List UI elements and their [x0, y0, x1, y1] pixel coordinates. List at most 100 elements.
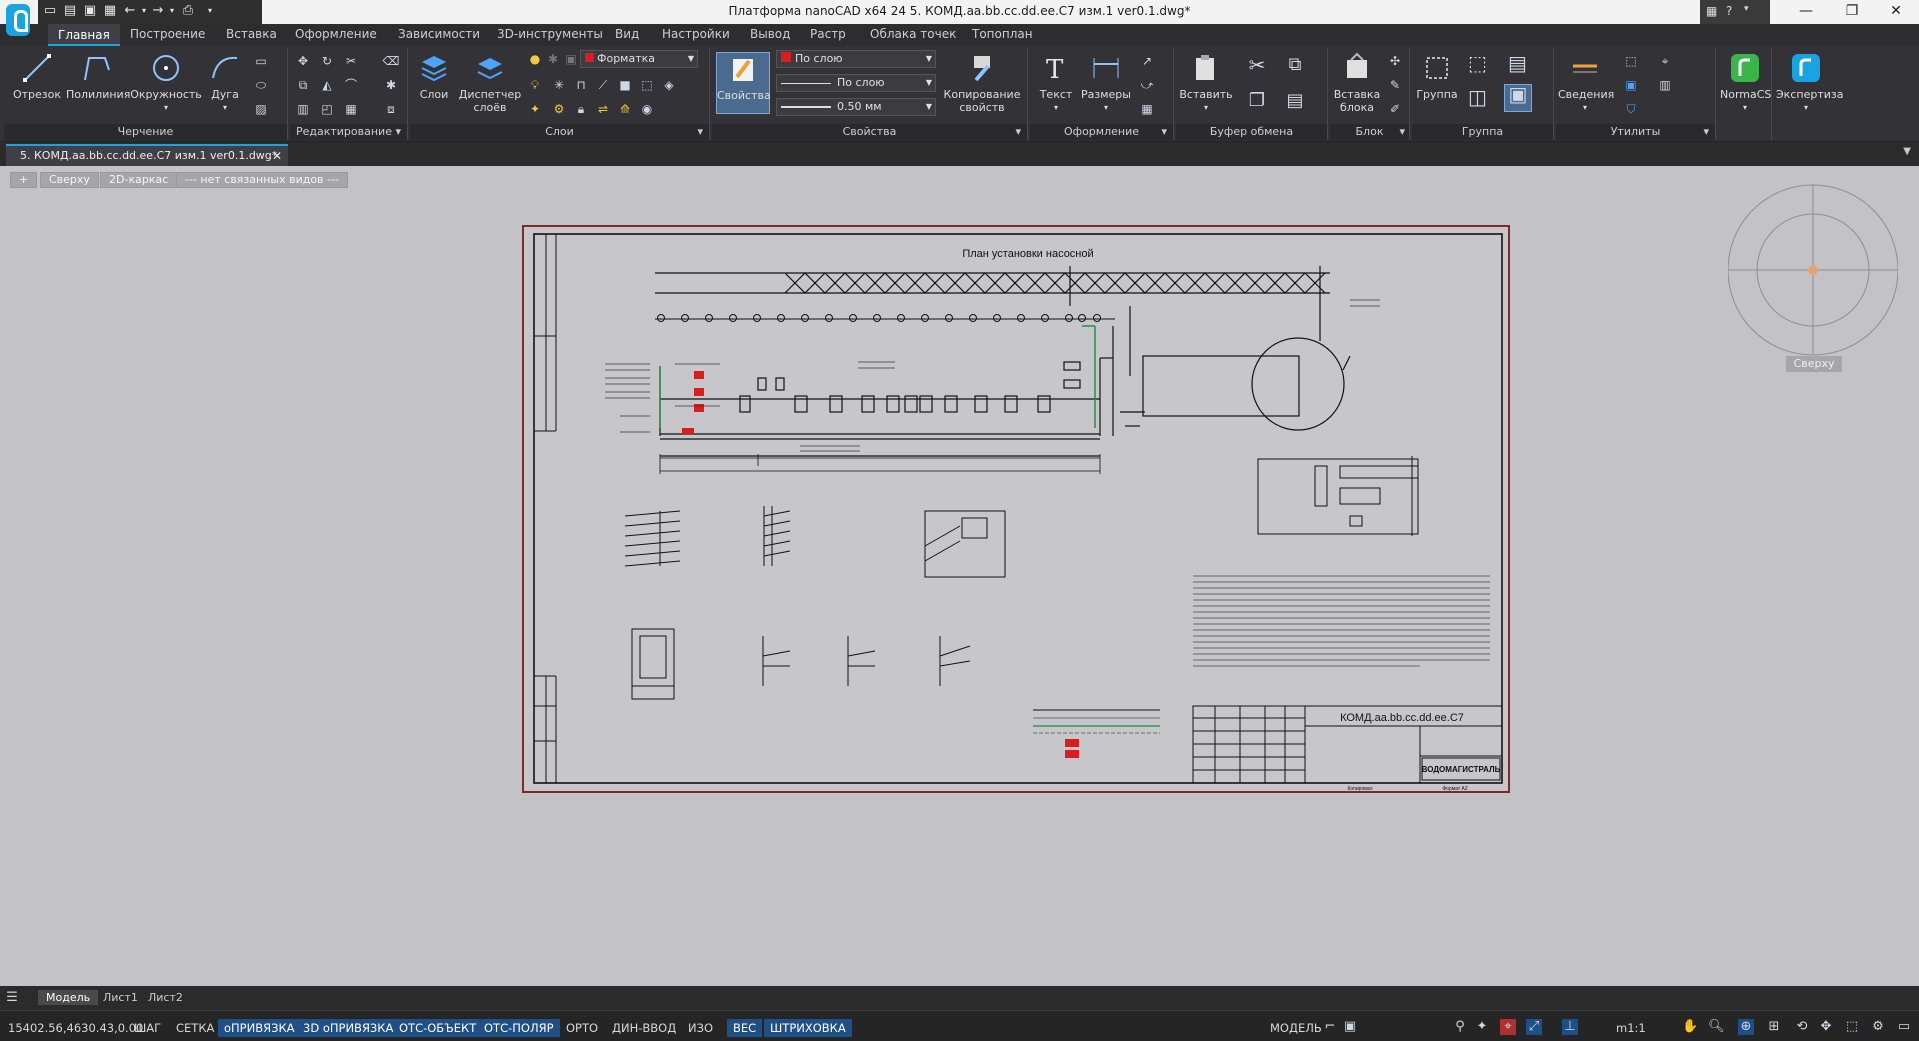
fullscreen-icon[interactable]: ▭ — [1896, 1019, 1912, 1035]
layer-lock2-icon[interactable]: 🔒︎ — [572, 100, 590, 118]
polyline-button[interactable]: Полилиния — [66, 52, 130, 101]
circle-dropdown-icon[interactable]: ▾ — [130, 101, 202, 114]
tab-topoplan[interactable]: Топоплан — [972, 27, 1033, 41]
layout-menu-icon[interactable]: ☰ — [4, 990, 20, 1006]
tab-format[interactable]: Оформление — [295, 27, 377, 41]
paste-dropdown-icon[interactable]: ▾ — [1178, 101, 1234, 114]
dimensions-dropdown-icon[interactable]: ▾ — [1080, 101, 1132, 114]
toggle-hatch[interactable]: ШТРИХОВКА — [764, 1019, 852, 1037]
layer-combo[interactable]: Форматка ▼ — [580, 50, 698, 68]
layer-lock-icon[interactable]: ▣ — [562, 50, 580, 68]
toggle-step[interactable]: ШАГ — [128, 1019, 167, 1037]
layer-states-icon[interactable]: ⚙ — [550, 100, 568, 118]
calculator-icon[interactable]: ▥ — [1656, 76, 1674, 94]
snap-tracking-icon[interactable]: ⤢ — [1526, 1019, 1542, 1035]
normacs-dropdown-icon[interactable]: ▾ — [1720, 101, 1770, 114]
info-button[interactable]: Сведения ▾ — [1558, 52, 1614, 114]
tab-output[interactable]: Вывод — [750, 27, 790, 41]
rectangle-icon[interactable]: ▭ — [252, 52, 270, 70]
compass-center-icon[interactable] — [1808, 265, 1818, 275]
filter-icon[interactable]: ⛉ — [1622, 100, 1640, 118]
group-button[interactable]: Группа — [1414, 52, 1460, 101]
viewport-linked-views-button[interactable]: --- нет связанных видов --- — [176, 172, 348, 188]
ellipse-icon[interactable]: ⬭ — [252, 76, 270, 94]
tab-3d-tools[interactable]: 3D-инструменты — [497, 27, 603, 41]
toggle-3d-osnap[interactable]: 3D оПРИВЯЗКА — [297, 1019, 400, 1037]
zoom-extents-icon[interactable]: ⊞ — [1766, 1019, 1782, 1035]
space-mode-label[interactable]: МОДЕЛЬ — [1264, 1019, 1328, 1037]
layer-thaw-icon[interactable]: ✳ — [550, 76, 568, 94]
tab-point-clouds[interactable]: Облака точек — [870, 27, 956, 41]
restore-icon[interactable]: ❐ — [1829, 0, 1875, 24]
lineweight-combo[interactable]: 0.50 мм ▼ — [776, 98, 936, 116]
scale-icon[interactable]: ◰ — [318, 100, 336, 118]
lightbulb-icon[interactable]: ✦ — [1474, 1019, 1490, 1035]
stretch-icon[interactable]: ▥ — [294, 100, 312, 118]
explode-icon[interactable]: ✱ — [382, 76, 400, 94]
lock-ui-icon[interactable]: ▣ — [1342, 1019, 1358, 1035]
info-dropdown-icon[interactable]: ▾ — [1558, 101, 1612, 114]
viewport-style-button[interactable]: 2D-каркас — [100, 172, 178, 188]
rotate-icon[interactable]: ↻ — [318, 52, 336, 70]
layer-isolate-icon[interactable]: ⬚ — [638, 76, 656, 94]
copy-object-icon[interactable]: ⧉ — [294, 76, 312, 94]
copy-base-icon[interactable]: ❐ — [1248, 92, 1266, 110]
layer-walk-icon[interactable]: ◈ — [660, 76, 678, 94]
linetype-combo[interactable]: По слою ▼ — [776, 74, 936, 92]
mirror-icon[interactable]: ◭ — [318, 76, 336, 94]
viewport-view-button[interactable]: Сверху — [40, 172, 99, 188]
minimize-icon[interactable]: — — [1783, 0, 1829, 24]
layer-visibility-icon[interactable]: ◉ — [638, 100, 656, 118]
layers-button[interactable]: Слои — [414, 52, 454, 101]
help-dropdown-icon[interactable]: ▾ — [1744, 4, 1749, 14]
layer-current-icon[interactable]: ■ — [616, 76, 634, 94]
tab-insert[interactable]: Вставка — [226, 27, 277, 41]
orbit-icon[interactable]: ⟲ — [1794, 1019, 1810, 1035]
annotation-icon[interactable]: ⚲ — [1452, 1019, 1468, 1035]
group-toggle-icon[interactable]: ▣ — [1504, 84, 1532, 112]
toggle-lineweight[interactable]: ВЕС — [727, 1019, 763, 1037]
block-attr-icon[interactable]: ✐ — [1386, 100, 1404, 118]
arc-button[interactable]: Дуга ▾ — [202, 52, 248, 114]
layer-off-icon[interactable]: ✦ — [526, 100, 544, 118]
layer-merge-icon[interactable]: ⟰ — [616, 100, 634, 118]
fillet-icon[interactable]: ⌒ — [342, 76, 360, 94]
expertise-button[interactable]: Экспертиза ▾ — [1776, 52, 1843, 114]
multileader-icon[interactable]: ⤻ — [1138, 76, 1156, 94]
create-block-icon[interactable]: ✣ — [1386, 52, 1404, 70]
document-tab-active[interactable]: 5. КОМД.аа.bb.cc.dd.ee.С7 изм.1 ver0.1.d… — [6, 144, 288, 166]
scale-readout[interactable]: m1:1 — [1610, 1019, 1652, 1037]
close-icon[interactable]: ✕ — [1873, 0, 1919, 24]
nanocad-logo[interactable] — [6, 4, 30, 36]
move-icon[interactable]: ✥ — [294, 52, 312, 70]
line-button[interactable]: Отрезок — [8, 52, 66, 101]
cut-icon[interactable]: ✂ — [1248, 55, 1266, 75]
select-all-icon[interactable]: ▣ — [1622, 76, 1640, 94]
layer-prev-icon[interactable]: ⇌ — [594, 100, 612, 118]
tab-sheet1[interactable]: Лист1 — [95, 990, 146, 1005]
ungroup-icon[interactable]: ⬚ — [1468, 53, 1487, 73]
properties-button[interactable]: Свойства — [716, 52, 771, 114]
group-select-icon[interactable]: ◫ — [1468, 87, 1487, 107]
select-similar-icon[interactable]: ⌖ — [1656, 52, 1674, 70]
layer-match-icon[interactable]: ⟋ — [594, 76, 612, 94]
tab-constraints[interactable]: Зависимости — [398, 27, 480, 41]
tab-raster[interactable]: Растр — [810, 27, 846, 41]
tab-model[interactable]: Модель — [38, 990, 99, 1005]
cleanscreen-icon[interactable]: ⬚ — [1844, 1019, 1860, 1035]
tab-build[interactable]: Построение — [130, 27, 205, 41]
zoom-icon[interactable]: 🔍︎ — [1708, 1019, 1725, 1035]
circle-button[interactable]: Окружность ▾ — [130, 52, 202, 114]
view-compass[interactable] — [1728, 184, 1898, 364]
toggle-iso[interactable]: ИЗО — [682, 1019, 719, 1037]
tabs-menu-icon[interactable]: ▼ — [1903, 146, 1911, 157]
leader-icon[interactable]: ↗ — [1138, 52, 1156, 70]
layer-on-icon[interactable]: ● — [526, 50, 544, 68]
edit-block-icon[interactable]: ✎ — [1386, 76, 1404, 94]
layout-icon[interactable]: ▦ — [1706, 4, 1717, 18]
layer-unlock-icon[interactable]: ⊓ — [572, 76, 590, 94]
offset-icon[interactable]: ⧈ — [382, 100, 400, 118]
expertise-dropdown-icon[interactable]: ▾ — [1776, 101, 1836, 114]
toggle-ortho[interactable]: ОРТО — [560, 1019, 604, 1037]
light-icon[interactable]: 💡︎ — [526, 76, 544, 94]
